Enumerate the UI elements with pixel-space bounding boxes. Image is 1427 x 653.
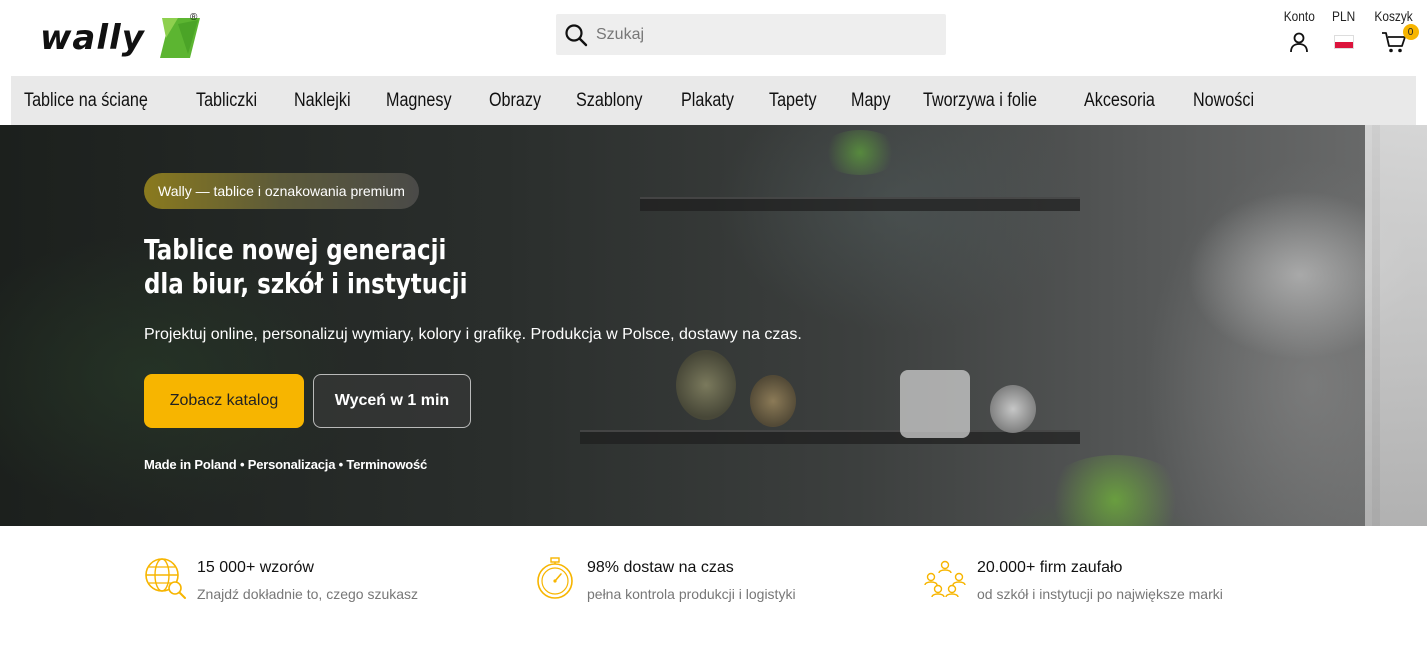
search-bar — [556, 14, 946, 55]
nav-item-obrazy[interactable]: Obrazy — [489, 90, 541, 112]
registered-mark: ® — [190, 12, 198, 23]
feature-title: 20.000+ firm zaufało — [977, 559, 1123, 576]
feature-desc: od szkół i instytucji po największe mark… — [977, 586, 1223, 602]
account-label: Konto — [1283, 8, 1315, 24]
feature-desc: pełna kontrola produkcji i logistyki — [587, 586, 796, 602]
cactus-decor — [676, 350, 736, 420]
hero-badge: Wally — tablice i oznakowania premium — [144, 173, 419, 209]
stopwatch-icon — [537, 557, 573, 599]
hero-title: Tablice nowej generacji dla biur, szkół … — [144, 233, 467, 301]
nav-item-tabliczki[interactable]: Tabliczki — [196, 90, 257, 112]
jar-decor — [900, 370, 970, 438]
quote-button[interactable]: Wyceń w 1 min — [313, 374, 471, 428]
shelf-decor — [580, 430, 1080, 444]
user-icon — [1290, 32, 1309, 53]
nav-item-akcesoria[interactable]: Akcesoria — [1084, 90, 1155, 112]
nav-item-magnesy[interactable]: Magnesy — [386, 90, 452, 112]
nav-item-mapy[interactable]: Mapy — [851, 90, 890, 112]
feature-title: 98% dostaw na czas — [587, 559, 734, 576]
site-header: wally ® Konto PLN Koszyk — [0, 0, 1427, 76]
hero-banner: Wally — tablice i oznakowania premium Ta… — [0, 125, 1427, 526]
currency-selector[interactable]: PLN — [1330, 8, 1357, 54]
logo-text: wally — [40, 18, 145, 58]
features-strip: 15 000+ wzorów Znajdź dokładnie to, czeg… — [0, 526, 1427, 653]
nav-item-naklejki[interactable]: Naklejki — [294, 90, 351, 112]
hero-tagline: Made in Poland • Personalizacja • Termin… — [144, 457, 428, 472]
feature-item: 15 000+ wzorów Znajdź dokładnie to, czeg… — [143, 556, 418, 602]
plant-decor — [820, 130, 900, 175]
feature-title: 15 000+ wzorów — [197, 559, 314, 576]
shelf-decor — [640, 197, 1080, 211]
nav-item-szablony[interactable]: Szablony — [576, 90, 642, 112]
feature-item: 98% dostaw na czas pełna kontrola produk… — [533, 556, 796, 602]
nav-item-tworzywa[interactable]: Tworzywa i folie — [923, 90, 1037, 112]
currency-label: PLN — [1332, 8, 1356, 24]
main-nav: Tablice na ścianę Tabliczki Naklejki Mag… — [11, 76, 1416, 125]
nav-item-tapety[interactable]: Tapety — [769, 90, 817, 112]
nav-item-nowosci[interactable]: Nowości — [1193, 90, 1254, 112]
account-link[interactable]: Konto — [1281, 8, 1318, 54]
hero-title-line2: dla biur, szkół i instytucji — [144, 267, 468, 300]
cactus-decor — [750, 375, 796, 427]
poland-flag-icon — [1333, 35, 1354, 49]
search-icon[interactable] — [564, 23, 588, 47]
hero-subtitle: Projektuj online, personalizuj wymiary, … — [144, 326, 802, 343]
nav-item-tablice[interactable]: Tablice na ścianę — [24, 90, 148, 112]
window-decor — [1365, 125, 1427, 526]
people-network-icon — [924, 560, 966, 598]
hero-title-line1: Tablice nowej generacji — [144, 233, 447, 266]
wally-logo[interactable]: wally ® — [40, 12, 205, 60]
feature-item: 20.000+ firm zaufało od szkół i instytuc… — [923, 556, 1223, 602]
nav-item-plakaty[interactable]: Plakaty — [681, 90, 734, 112]
pot-decor — [990, 385, 1036, 433]
cart-count-badge: 0 — [1402, 24, 1419, 40]
plant-decor — [1040, 455, 1190, 526]
globe-search-icon — [145, 558, 186, 599]
cart-link[interactable]: Koszyk 0 — [1371, 8, 1419, 54]
feature-desc: Znajdź dokładnie to, czego szukasz — [197, 586, 419, 602]
search-input[interactable] — [596, 25, 926, 44]
cart-label: Koszyk — [1374, 8, 1413, 24]
view-catalog-button[interactable]: Zobacz katalog — [144, 374, 304, 428]
